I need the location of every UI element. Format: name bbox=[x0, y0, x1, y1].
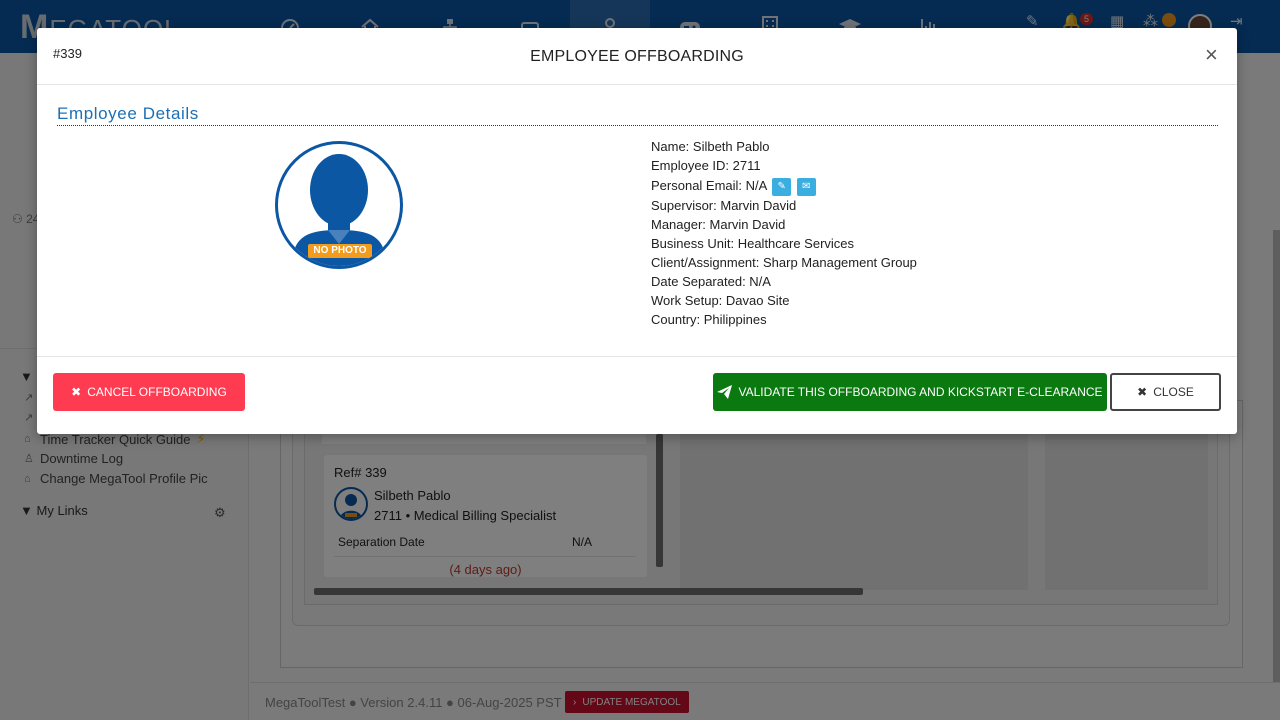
employee-details-list: Name: Silbeth Pablo Employee ID: 2711 Pe… bbox=[651, 137, 917, 329]
detail-personal-email-text: Personal Email: N/A bbox=[651, 178, 767, 193]
times-icon: ✖ bbox=[1137, 385, 1148, 399]
detail-work-setup: Work Setup: Davao Site bbox=[651, 293, 790, 308]
detail-date-separated: Date Separated: N/A bbox=[651, 274, 771, 289]
times-icon: ✖ bbox=[71, 385, 82, 399]
no-photo-label: NO PHOTO bbox=[308, 244, 372, 258]
modal-title: EMPLOYEE OFFBOARDING bbox=[530, 48, 744, 65]
employee-offboarding-modal: #339 EMPLOYEE OFFBOARDING × Employee Det… bbox=[37, 28, 1237, 434]
cancel-offboarding-button[interactable]: ✖ CANCEL OFFBOARDING bbox=[53, 373, 245, 411]
close-icon[interactable]: × bbox=[1205, 44, 1218, 66]
close-button[interactable]: ✖ CLOSE bbox=[1110, 373, 1221, 411]
send-email-button[interactable]: ✉ bbox=[796, 177, 816, 196]
detail-employee-id: Employee ID: 2711 bbox=[651, 158, 761, 173]
validate-offboarding-label: VALIDATE THIS OFFBOARDING AND KICKSTART … bbox=[738, 385, 1103, 399]
detail-personal-email: Personal Email: N/A ✎ ✉ bbox=[651, 175, 917, 196]
edit-email-button[interactable]: ✎ bbox=[772, 177, 792, 196]
detail-client-assignment: Client/Assignment: Sharp Management Grou… bbox=[651, 255, 917, 270]
validate-offboarding-button[interactable]: VALIDATE THIS OFFBOARDING AND KICKSTART … bbox=[713, 373, 1107, 411]
section-title: Employee Details bbox=[57, 104, 199, 123]
paper-plane-icon bbox=[717, 385, 733, 399]
employee-photo: NO PHOTO bbox=[275, 141, 403, 269]
cancel-offboarding-label: CANCEL OFFBOARDING bbox=[87, 385, 227, 399]
close-label: CLOSE bbox=[1153, 385, 1194, 399]
detail-country: Country: Philippines bbox=[651, 312, 767, 327]
detail-business-unit: Business Unit: Healthcare Services bbox=[651, 236, 855, 251]
detail-name: Name: Silbeth Pablo bbox=[651, 139, 770, 154]
section-divider bbox=[57, 125, 1218, 126]
modal-footer-divider bbox=[37, 356, 1237, 357]
detail-supervisor: Supervisor: Marvin David bbox=[651, 198, 797, 213]
modal-header: #339 EMPLOYEE OFFBOARDING × bbox=[37, 28, 1237, 85]
detail-manager: Manager: Marvin David bbox=[651, 217, 786, 232]
